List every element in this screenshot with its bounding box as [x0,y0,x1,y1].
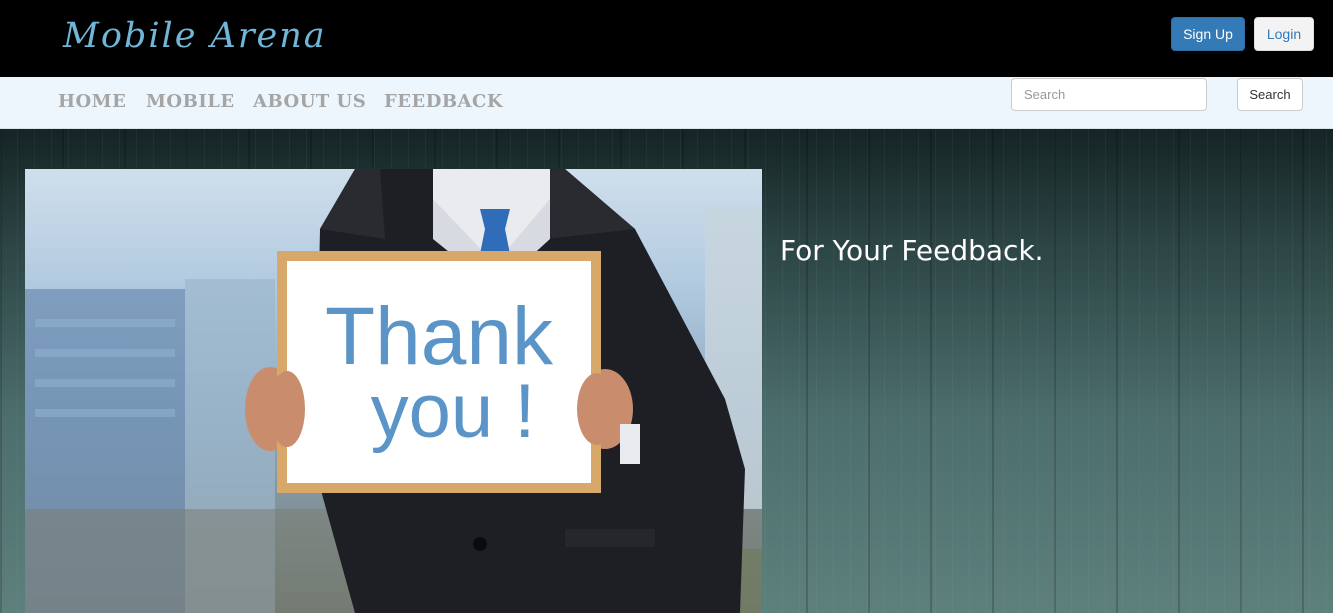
feedback-caption: For Your Feedback. [780,234,1044,267]
login-button[interactable]: Login [1254,17,1314,51]
nav-item-about-us[interactable]: ABOUT US [253,91,366,112]
hero-section: Thank you ! For Your Feedback. [0,129,1333,613]
signup-button[interactable]: Sign Up [1171,17,1245,51]
brand-logo[interactable]: Mobile Arena [63,16,327,56]
sign-text-line2: you ! [371,369,536,454]
search-button[interactable]: Search [1237,78,1303,111]
main-nav: HOME MOBILE ABOUT US FEEDBACK Search [0,77,1333,129]
top-header: Mobile Arena Sign Up Login [0,0,1333,77]
nav-item-home[interactable]: HOME [58,91,126,112]
nav-item-feedback[interactable]: FEEDBACK [384,91,503,112]
nav-item-mobile[interactable]: MOBILE [146,91,235,112]
thank-you-photo: Thank you ! [25,169,762,613]
search-input[interactable] [1011,78,1207,111]
